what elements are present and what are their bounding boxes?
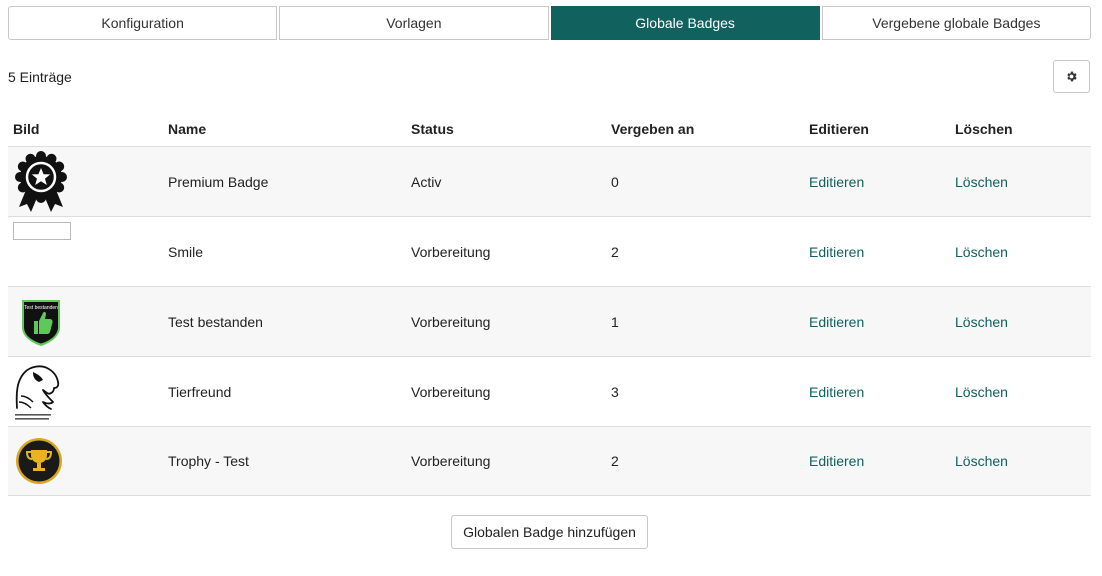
table-row: Test bestanden Test bestanden Vorbereitu… [8, 286, 1091, 356]
header-awarded[interactable]: Vergeben an [611, 121, 694, 137]
badge-awarded-count: 2 [611, 453, 619, 469]
delete-link[interactable]: Löschen [955, 174, 1008, 190]
entry-count: 5 Einträge [8, 69, 72, 85]
badge-awarded-count: 2 [611, 243, 619, 260]
badge-status: Vorbereitung [411, 383, 491, 400]
thumbs-up-shield-icon: Test bestanden [22, 299, 60, 346]
table-settings-button[interactable] [1053, 60, 1090, 93]
table-header: Bild Name Status Vergeben an Editieren L… [8, 112, 1091, 146]
rosette-star-icon [15, 150, 67, 212]
header-delete: Löschen [955, 121, 1013, 137]
badge-image [13, 147, 69, 216]
tab-vorlagen[interactable]: Vorlagen [279, 6, 549, 40]
table-row: Premium Badge Activ 0 Editieren Löschen [8, 146, 1091, 216]
gear-icon [1067, 71, 1077, 82]
badge-image: Test bestanden [13, 287, 69, 356]
badge-image [13, 357, 63, 426]
badge-name: Smile [168, 243, 204, 260]
badge-awarded-count: 3 [611, 383, 619, 400]
badge-image [13, 427, 65, 495]
delete-link[interactable]: Löschen [955, 384, 1008, 400]
eagle-head-icon [15, 364, 60, 420]
badge-status: Vorbereitung [411, 313, 491, 330]
table-row: Trophy - Test Vorbereitung 2 Editieren L… [8, 426, 1091, 496]
edit-link[interactable]: Editieren [809, 314, 864, 330]
badge-awarded-count: 0 [611, 173, 619, 190]
badge-name: Test bestanden [168, 313, 263, 330]
header-name[interactable]: Name [168, 121, 206, 137]
trophy-circle-icon [16, 438, 62, 484]
tab-globale-badges[interactable]: Globale Badges [550, 6, 820, 40]
header-image[interactable]: Bild [13, 121, 39, 137]
badge-status: Vorbereitung [411, 453, 491, 469]
badge-status: Activ [411, 173, 442, 190]
badge-name: Tierfreund [168, 383, 232, 400]
table-row: Smile Vorbereitung 2 Editieren Löschen [8, 216, 1091, 286]
delete-link[interactable]: Löschen [955, 453, 1008, 469]
edit-link[interactable]: Editieren [809, 384, 864, 400]
edit-link[interactable]: Editieren [809, 174, 864, 190]
header-edit: Editieren [809, 121, 869, 137]
broken-image-icon [13, 222, 71, 240]
delete-link[interactable]: Löschen [955, 244, 1008, 260]
badge-name: Premium Badge [168, 173, 269, 190]
edit-link[interactable]: Editieren [809, 453, 864, 469]
badge-name: Trophy - Test [168, 453, 249, 469]
tab-konfiguration[interactable]: Konfiguration [8, 6, 278, 40]
add-global-badge-button[interactable]: Globalen Badge hinzufügen [451, 515, 648, 549]
badge-status: Vorbereitung [411, 243, 491, 260]
badge-awarded-count: 1 [611, 313, 619, 330]
table-row: Tierfreund Vorbereitung 3 Editieren Lösc… [8, 356, 1091, 426]
edit-link[interactable]: Editieren [809, 244, 864, 260]
header-status[interactable]: Status [411, 121, 454, 137]
tab-vergebene-globale-badges[interactable]: Vergebene globale Badges [821, 6, 1091, 40]
segment-tabs: Konfiguration Vorlagen Globale Badges Ve… [8, 6, 1091, 40]
badge-text: Test bestanden [24, 305, 58, 311]
badges-table: Bild Name Status Vergeben an Editieren L… [8, 112, 1091, 496]
delete-link[interactable]: Löschen [955, 314, 1008, 330]
